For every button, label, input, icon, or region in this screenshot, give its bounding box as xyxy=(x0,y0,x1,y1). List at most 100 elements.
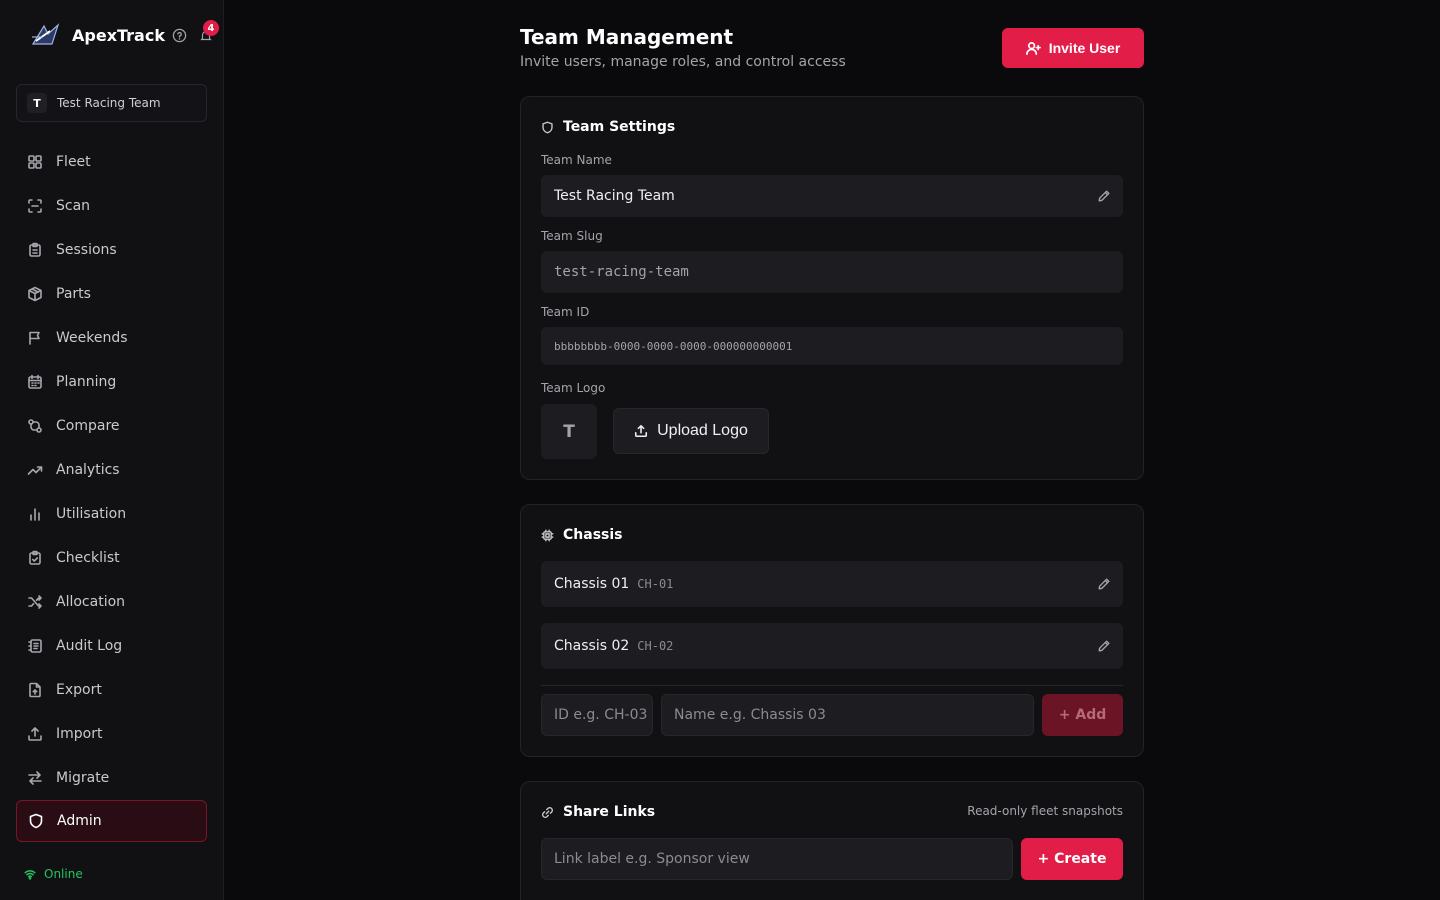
sidebar-item-checklist[interactable]: Checklist xyxy=(16,536,207,580)
sidebar-item-label: Fleet xyxy=(56,154,91,170)
sidebar-item-label: Migrate xyxy=(56,770,110,786)
create-share-link-button[interactable]: + Create xyxy=(1021,838,1123,880)
chassis-code: CH-01 xyxy=(637,577,674,591)
upload-logo-button[interactable]: Upload Logo xyxy=(613,408,769,454)
link-icon xyxy=(542,806,553,818)
chassis-title: Chassis xyxy=(541,527,623,543)
trend-icon xyxy=(27,466,43,475)
team-switcher[interactable]: T Test Racing Team xyxy=(16,84,207,122)
chassis-row[interactable]: Chassis 01 CH-01 xyxy=(541,561,1123,607)
pencil-icon[interactable] xyxy=(1097,639,1111,653)
team-id-label: Team ID xyxy=(541,305,590,319)
team-slug-field: test-racing-team xyxy=(541,251,1123,293)
sidebar-item-migrate[interactable]: Migrate xyxy=(16,756,207,800)
user-plus-icon xyxy=(1025,41,1041,55)
team-switcher-label: Test Racing Team xyxy=(57,96,161,110)
team-slug-value: test-racing-team xyxy=(554,264,689,280)
sidebar-item-label: Planning xyxy=(56,374,117,390)
connection-status: Online xyxy=(24,867,83,881)
flag-icon xyxy=(29,331,40,345)
share-links-note: Read-only fleet snapshots xyxy=(967,804,1123,818)
team-id-value: bbbbbbbb-0000-0000-0000-000000000001 xyxy=(554,339,793,353)
sidebar-item-analytics[interactable]: Analytics xyxy=(16,448,207,492)
brand-name: ApexTrack xyxy=(72,25,165,45)
grid-icon xyxy=(28,155,42,169)
wifi-icon xyxy=(24,870,36,880)
status-label: Online xyxy=(44,867,83,881)
shuffle-icon xyxy=(28,595,42,609)
team-settings-title-text: Team Settings xyxy=(563,119,676,135)
help-icon[interactable] xyxy=(172,28,187,43)
sidebar-item-audit-log[interactable]: Audit Log xyxy=(16,624,207,668)
sidebar-item-label: Import xyxy=(56,726,103,742)
sidebar-item-label: Sessions xyxy=(56,242,117,258)
chassis-card: Chassis Chassis 01 CH-01 Chassis 02 CH-0… xyxy=(520,504,1144,757)
sidebar: ApexTrack 4 T Test Racing Team Fleet Sca… xyxy=(0,0,224,900)
sidebar-item-utilisation[interactable]: Utilisation xyxy=(16,492,207,536)
notification-badge: 4 xyxy=(202,20,219,36)
share-link-label-input[interactable] xyxy=(541,838,1013,880)
sidebar-item-label: Analytics xyxy=(56,462,120,478)
sidebar-item-sessions[interactable]: Sessions xyxy=(16,228,207,272)
file-export-icon xyxy=(29,682,41,698)
sidebar-item-allocation[interactable]: Allocation xyxy=(16,580,207,624)
chassis-divider xyxy=(541,685,1123,686)
page-title: Team Management xyxy=(520,25,734,49)
sidebar-item-weekends[interactable]: Weekends xyxy=(16,316,207,360)
checklist-icon xyxy=(29,550,41,565)
box-icon xyxy=(28,286,42,302)
sidebar-item-import[interactable]: Import xyxy=(16,712,207,756)
shield-icon xyxy=(542,121,553,133)
share-links-title: Share Links xyxy=(541,804,655,820)
bar-chart-icon xyxy=(30,508,40,521)
share-links-title-text: Share Links xyxy=(563,804,656,820)
shield-icon xyxy=(29,813,43,829)
sidebar-item-scan[interactable]: Scan xyxy=(16,184,207,228)
team-avatar: T xyxy=(27,93,47,113)
sidebar-item-label: Weekends xyxy=(56,330,128,346)
team-name-label: Team Name xyxy=(541,153,612,167)
brand: ApexTrack 4 xyxy=(30,20,219,48)
team-name-field[interactable]: Test Racing Team xyxy=(541,175,1123,217)
chassis-name-input[interactable] xyxy=(661,694,1034,736)
chassis-title-text: Chassis xyxy=(563,527,623,543)
invite-user-label: Invite User xyxy=(1048,40,1121,56)
notifications-button[interactable]: 4 xyxy=(199,20,219,42)
sidebar-item-label: Parts xyxy=(56,286,91,302)
sidebar-item-admin[interactable]: Admin xyxy=(16,800,207,842)
sidebar-item-planning[interactable]: Planning xyxy=(16,360,207,404)
calendar-icon xyxy=(28,374,42,389)
sidebar-item-label: Audit Log xyxy=(56,638,123,654)
scan-icon xyxy=(28,199,42,213)
sidebar-item-label: Utilisation xyxy=(56,506,127,522)
add-chassis-button[interactable]: + Add xyxy=(1042,694,1123,736)
chassis-id-input[interactable] xyxy=(541,694,653,736)
chassis-row[interactable]: Chassis 02 CH-02 xyxy=(541,623,1123,669)
team-name-value: Test Racing Team xyxy=(554,188,675,204)
team-slug-label: Team Slug xyxy=(541,229,603,243)
invite-user-button[interactable]: Invite User xyxy=(1002,28,1144,68)
sidebar-item-label: Scan xyxy=(56,198,91,214)
compare-icon xyxy=(28,419,42,433)
clipboard-icon xyxy=(29,242,41,257)
sidebar-item-fleet[interactable]: Fleet xyxy=(16,140,207,184)
chassis-name: Chassis 01 xyxy=(554,576,630,592)
sidebar-item-export[interactable]: Export xyxy=(16,668,207,712)
sidebar-item-label: Allocation xyxy=(56,594,126,610)
chip-icon xyxy=(541,529,554,541)
sidebar-nav: Fleet Scan Sessions Parts Weekends Plann… xyxy=(16,140,207,842)
sidebar-item-parts[interactable]: Parts xyxy=(16,272,207,316)
pencil-icon[interactable] xyxy=(1097,577,1111,591)
sidebar-item-compare[interactable]: Compare xyxy=(16,404,207,448)
chassis-name: Chassis 02 xyxy=(554,638,630,654)
chassis-code: CH-02 xyxy=(637,639,674,653)
sidebar-item-label: Compare xyxy=(56,418,120,434)
arrows-icon xyxy=(28,771,42,785)
upload-icon xyxy=(28,727,42,741)
team-logo-preview: T xyxy=(541,404,597,459)
pencil-icon[interactable] xyxy=(1097,189,1111,203)
sidebar-item-label: Admin xyxy=(57,813,102,829)
log-icon xyxy=(28,639,42,653)
upload-icon xyxy=(635,424,648,438)
share-links-card: Share Links Read-only fleet snapshots + … xyxy=(520,781,1144,900)
